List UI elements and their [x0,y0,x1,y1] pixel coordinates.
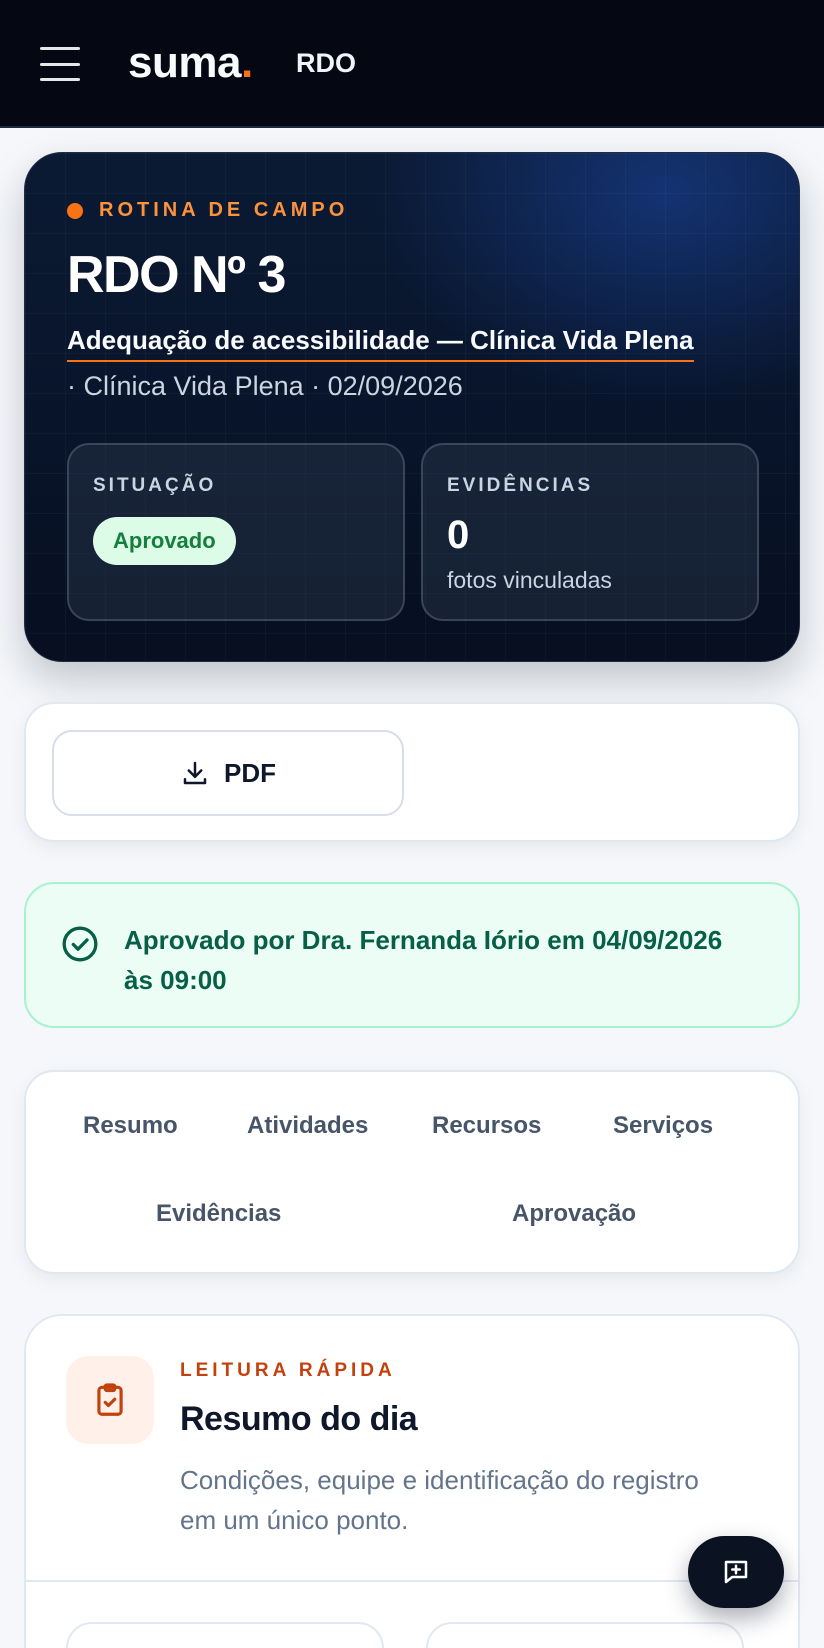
hero-eyebrow-text: ROTINA DE CAMPO [99,199,349,221]
evidence-stat-label: EVIDÊNCIAS [447,475,594,496]
section-tabs: Resumo Atividades Recursos Serviços Evid… [24,1070,800,1274]
status-badge: Aprovado [93,517,236,565]
evidence-sub: fotos vinculadas [447,567,612,593]
summary-sub-card [426,1622,744,1648]
message-plus-icon [724,1560,748,1584]
evidence-stat-card: EVIDÊNCIAS 0 fotos vinculadas [421,443,759,621]
summary-title: Resumo do dia [180,1400,418,1438]
summary-sub-card [66,1622,384,1648]
top-bar: suma. RDO [0,0,824,128]
page-title: RDO Nº 3 [67,246,286,304]
brand-name: suma [128,38,241,87]
download-icon [183,761,207,785]
evidence-count: 0 [447,513,470,557]
rdo-meta: · Clínica Vida Plena · 02/09/2026 [67,371,463,401]
brand-logo[interactable]: suma. [128,38,253,88]
status-dot-icon [67,202,83,219]
section-title: RDO [296,48,356,78]
rdo-hero-card: ROTINA DE CAMPO RDO Nº 3 Adequação de ac… [24,152,800,662]
actions-card: PDF [24,702,800,842]
approval-banner: Aprovado por Dra. Fernanda Iório em 04/0… [24,882,800,1028]
clipboard-check-icon [97,1383,123,1416]
brand-dot: . [240,38,253,87]
summary-description: Condições, equipe e identificação do reg… [180,1465,699,1535]
status-stat-label: SITUAÇÃO [93,475,217,496]
tab-resumo[interactable]: Resumo [83,1112,178,1140]
tab-aprovacao[interactable]: Aprovação [512,1200,636,1228]
tab-recursos[interactable]: Recursos [432,1112,541,1140]
divider [26,1580,798,1582]
menu-icon[interactable] [40,47,80,81]
tab-atividades[interactable]: Atividades [247,1112,368,1140]
hero-eyebrow: ROTINA DE CAMPO [67,199,348,222]
tab-evidencias[interactable]: Evidências [156,1200,281,1228]
status-stat-card: SITUAÇÃO Aprovado [67,443,405,621]
check-circle-icon [62,926,98,962]
summary-icon-box [66,1356,154,1444]
pdf-button-label: PDF [224,757,276,788]
summary-eyebrow: LEITURA RÁPIDA [180,1360,396,1381]
tab-servicos[interactable]: Serviços [613,1112,713,1140]
approval-text: Aprovado por Dra. Fernanda Iório em 04/0… [124,925,723,995]
project-link[interactable]: Adequação de acessibilidade — Clínica Vi… [67,325,694,362]
summary-card: LEITURA RÁPIDA Resumo do dia Condições, … [24,1314,800,1648]
pdf-download-button[interactable]: PDF [52,730,404,816]
new-message-fab[interactable] [688,1536,784,1608]
